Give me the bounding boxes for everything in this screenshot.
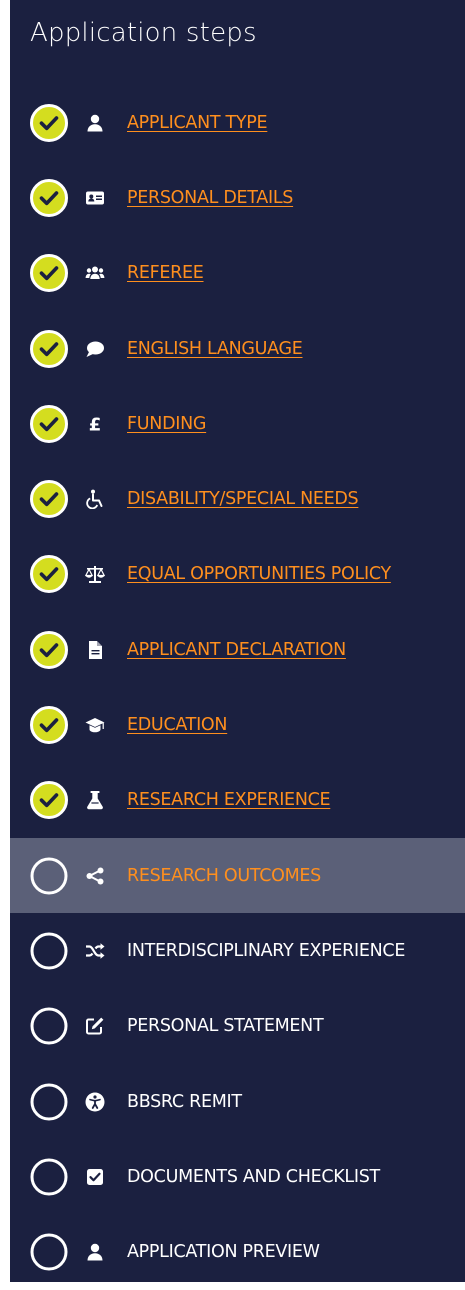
step-applicant-type[interactable]: APPLICANT TYPE — [10, 85, 465, 160]
pound-sign-icon: £ — [84, 413, 106, 435]
step-label[interactable]: ENGLISH LANGUAGE — [127, 339, 303, 359]
check-circle-icon — [30, 404, 68, 443]
accessibility-icon — [84, 1091, 106, 1113]
check-circle-icon — [30, 781, 68, 820]
empty-circle-icon — [30, 1083, 68, 1121]
step-label: APPLICATION PREVIEW — [127, 1242, 320, 1263]
step-funding[interactable]: £ FUNDING — [10, 386, 465, 461]
step-label: PERSONAL STATEMENT — [127, 1016, 324, 1037]
users-icon — [84, 262, 106, 284]
step-label[interactable]: DISABILITY/SPECIAL NEEDS — [127, 489, 359, 509]
empty-circle-icon — [30, 932, 68, 970]
share-nodes-icon — [84, 865, 106, 887]
step-label: DOCUMENTS AND CHECKLIST — [127, 1166, 380, 1187]
empty-circle-icon — [30, 1007, 68, 1045]
check-circle-icon — [30, 630, 68, 669]
step-interdisciplinary-experience[interactable]: INTERDISCIPLINARY EXPERIENCE — [10, 913, 465, 988]
graduation-cap-icon — [84, 714, 106, 736]
step-label[interactable]: RESEARCH EXPERIENCE — [127, 790, 331, 810]
step-documents-and-checklist[interactable]: DOCUMENTS AND CHECKLIST — [10, 1139, 465, 1214]
step-application-preview[interactable]: APPLICATION PREVIEW — [10, 1214, 465, 1289]
id-card-icon — [84, 187, 106, 209]
empty-circle-icon — [30, 1233, 68, 1271]
step-personal-statement[interactable]: PERSONAL STATEMENT — [10, 989, 465, 1064]
step-disability-special-needs[interactable]: DISABILITY/SPECIAL NEEDS — [10, 461, 465, 536]
step-label[interactable]: FUNDING — [127, 414, 206, 434]
step-applicant-declaration[interactable]: APPLICANT DECLARATION — [10, 612, 465, 687]
application-steps-panel: Application steps APPLICANT TYPE PERSONAL… — [10, 0, 465, 1282]
step-label[interactable]: EQUAL OPPORTUNITIES POLICY — [127, 564, 391, 584]
step-label: BBSRC REMIT — [127, 1091, 242, 1112]
step-research-outcomes[interactable]: RESEARCH OUTCOMES — [10, 837, 465, 914]
step-label: INTERDISCIPLINARY EXPERIENCE — [127, 940, 406, 961]
svg-text:£: £ — [89, 414, 102, 434]
step-label[interactable]: EDUCATION — [127, 715, 228, 735]
checkbox-icon — [84, 1166, 106, 1188]
check-circle-icon — [30, 480, 68, 519]
document-icon — [84, 639, 106, 661]
empty-circle-icon — [30, 1158, 68, 1196]
step-label[interactable]: APPLICANT TYPE — [127, 113, 268, 133]
check-circle-icon — [30, 329, 68, 368]
step-label[interactable]: REFEREE — [127, 263, 204, 283]
empty-circle-icon — [30, 857, 68, 895]
step-research-experience[interactable]: RESEARCH EXPERIENCE — [10, 763, 465, 838]
step-label[interactable]: PERSONAL DETAILS — [127, 188, 293, 208]
scales-icon — [84, 563, 106, 585]
flask-icon — [84, 789, 106, 811]
shuffle-icon — [84, 940, 106, 962]
steps-list: APPLICANT TYPE PERSONAL DETAILS REFEREE ENG… — [10, 85, 465, 1290]
step-referee[interactable]: REFEREE — [10, 236, 465, 311]
step-bbsrc-remit[interactable]: BBSRC REMIT — [10, 1064, 465, 1139]
step-label[interactable]: APPLICANT DECLARATION — [127, 640, 346, 660]
panel-title: Application steps — [30, 18, 257, 48]
edit-icon — [84, 1015, 106, 1037]
user-icon — [84, 1241, 106, 1263]
check-circle-icon — [30, 103, 68, 142]
wheelchair-icon — [84, 488, 106, 510]
step-label: RESEARCH OUTCOMES — [127, 865, 321, 886]
step-equal-opportunities-policy[interactable]: EQUAL OPPORTUNITIES POLICY — [10, 537, 465, 612]
step-personal-details[interactable]: PERSONAL DETAILS — [10, 160, 465, 235]
speech-bubble-icon — [84, 338, 106, 360]
check-circle-icon — [30, 254, 68, 293]
check-circle-icon — [30, 555, 68, 594]
step-english-language[interactable]: ENGLISH LANGUAGE — [10, 311, 465, 386]
check-circle-icon — [30, 706, 68, 745]
user-icon — [84, 112, 106, 134]
check-circle-icon — [30, 178, 68, 217]
step-education[interactable]: EDUCATION — [10, 687, 465, 762]
